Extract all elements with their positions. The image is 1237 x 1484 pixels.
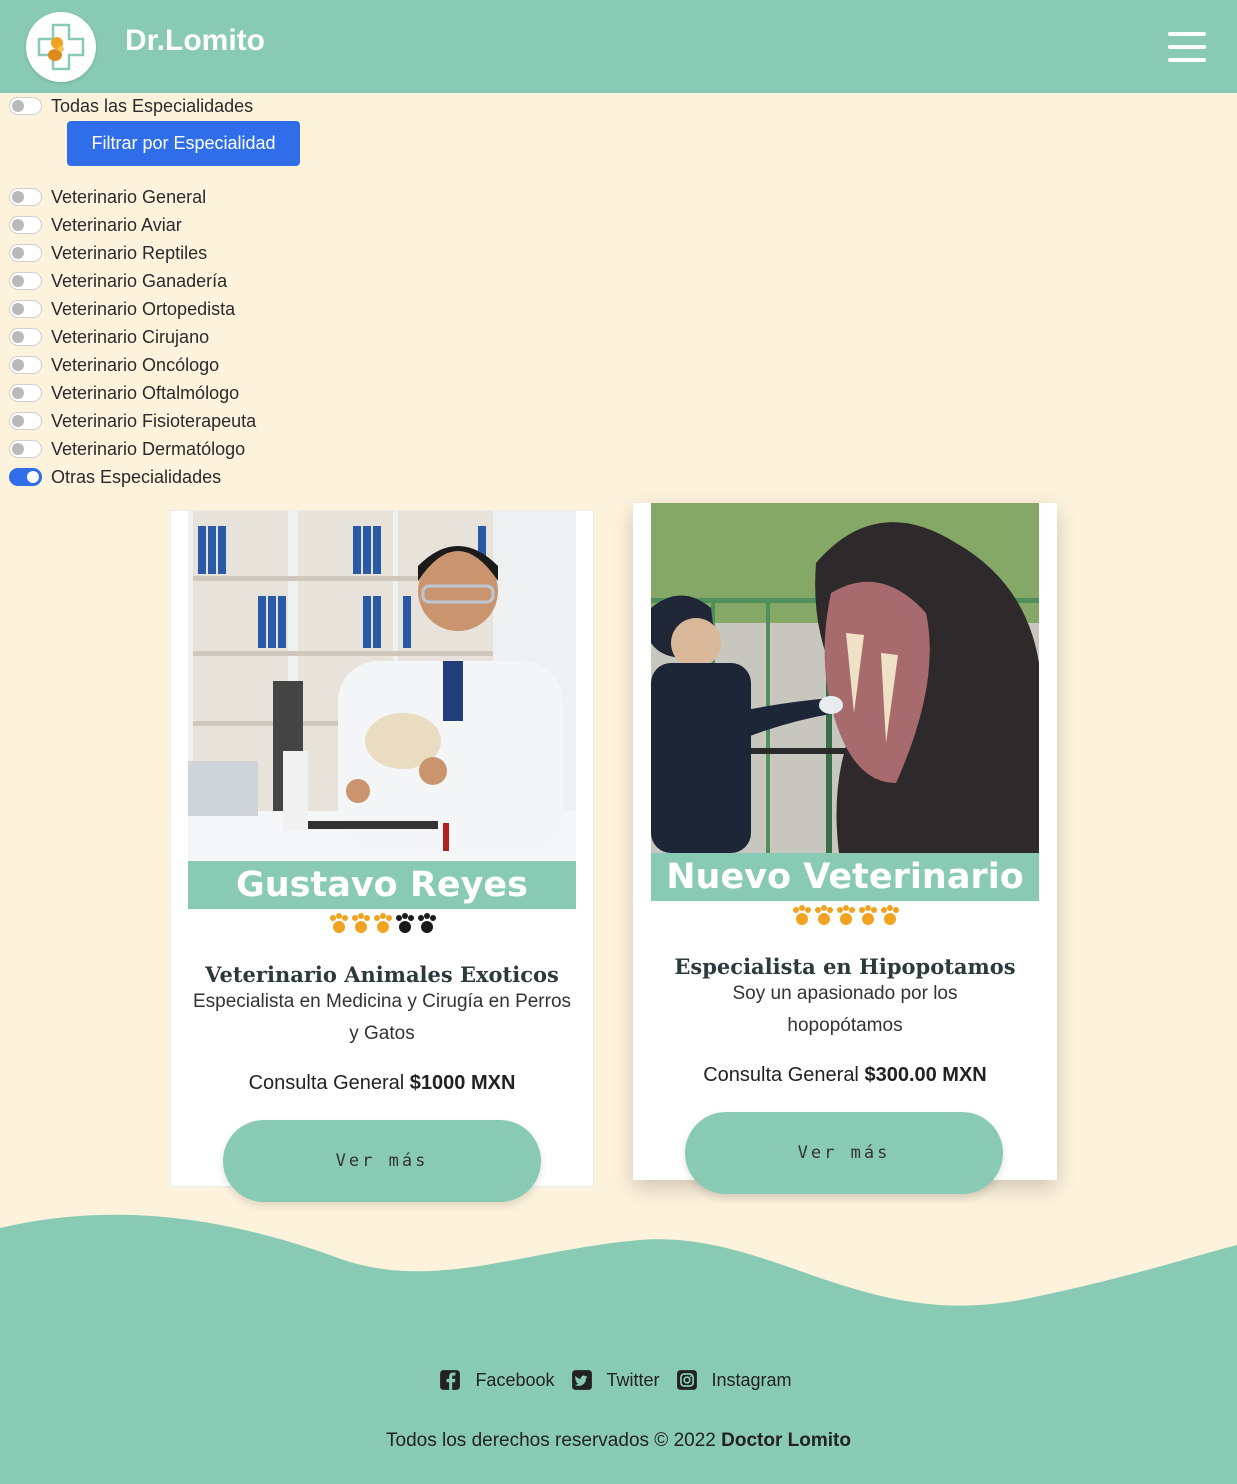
price-amount: $300.00 MXN	[864, 1064, 987, 1086]
filter-option-label: Veterinario Aviar	[51, 214, 182, 235]
facebook-icon	[440, 1370, 461, 1390]
filter-option-label: Veterinario Fisioterapeuta	[51, 410, 257, 431]
filter-option-row: Veterinario Oftalmólogo	[9, 382, 239, 404]
copyright-brand: Doctor Lomito	[721, 1430, 851, 1451]
paw-filled-icon	[859, 905, 877, 925]
price-prefix: Consulta General	[703, 1064, 859, 1086]
see-more-button[interactable]: Ver más	[223, 1120, 541, 1202]
vet-description: Especialista en Medicina y Cirugía en Pe…	[192, 991, 572, 1044]
instagram-icon	[676, 1370, 697, 1390]
paw-filled-icon	[815, 905, 833, 925]
vet-name-banner: Nuevo Veterinario	[651, 853, 1039, 901]
paw-filled-icon	[330, 913, 348, 933]
filter-option-label: Veterinario General	[51, 186, 207, 207]
filter-option-switch[interactable]	[9, 412, 42, 430]
filter-option-label: Veterinario Oncólogo	[51, 354, 220, 375]
filter-option-label: Veterinario Cirujano	[51, 326, 210, 347]
vet-name-banner: Gustavo Reyes	[188, 861, 576, 909]
filter-option-switch[interactable]	[9, 328, 42, 346]
filter-all-label: Todas las Especialidades	[51, 95, 254, 116]
filter-option-row: Veterinario General	[9, 186, 206, 208]
filter-option-row: Veterinario Fisioterapeuta	[9, 410, 256, 432]
filter-option-switch[interactable]	[9, 384, 42, 402]
paw-filled-icon	[374, 913, 392, 933]
vet-specialty-title: Especialista en Hipopotamos	[674, 954, 1016, 979]
copyright-text: Todos los derechos reservados © 2022	[386, 1430, 716, 1451]
hamburger-menu-icon[interactable]	[1168, 32, 1206, 62]
filter-option-row: Veterinario Dermatólogo	[9, 438, 245, 460]
paw-filled-icon	[837, 905, 855, 925]
rating-paws	[328, 912, 438, 934]
paw-empty-icon	[396, 913, 414, 933]
filter-option-switch[interactable]	[9, 244, 42, 262]
paw-filled-icon	[352, 913, 370, 933]
rating-paws	[791, 904, 901, 926]
paw-filled-icon	[881, 905, 899, 925]
vet-card: Gustavo Reyes Veterinario Animales Exoti…	[170, 510, 594, 1202]
social-link-instagram[interactable]: Instagram	[676, 1369, 792, 1391]
vet-photo-lab	[188, 511, 576, 861]
filter-option-row: Veterinario Aviar	[9, 214, 182, 236]
copyright: Todos los derechos reservados © 2022 Doc…	[0, 1430, 1237, 1452]
vet-description: Soy un apasionado por los hopopótamos	[732, 983, 958, 1036]
social-link-facebook[interactable]: Facebook	[439, 1369, 555, 1391]
filter-option-switch[interactable]	[9, 272, 42, 290]
dog-cross-logo-icon	[37, 23, 85, 71]
filter-all-switch[interactable]	[9, 97, 42, 115]
filter-option-switch[interactable]	[9, 468, 42, 486]
vet-price: Consulta General $300.00 MXN	[633, 1064, 1057, 1087]
filter-option-row: Veterinario Ortopedista	[9, 298, 235, 320]
filter-option-switch[interactable]	[9, 356, 42, 374]
logo[interactable]	[26, 12, 96, 82]
filter-option-row: Veterinario Reptiles	[9, 242, 207, 264]
social-label: Instagram	[711, 1369, 792, 1390]
vet-card: Nuevo Veterinario Especialista en Hipopo…	[633, 503, 1057, 1194]
filter-option-label: Veterinario Oftalmólogo	[51, 382, 240, 403]
paw-filled-icon	[793, 905, 811, 925]
see-more-button[interactable]: Ver más	[685, 1112, 1003, 1194]
filter-option-label: Veterinario Dermatólogo	[51, 438, 246, 459]
social-label: Facebook	[475, 1369, 555, 1390]
filter-option-switch[interactable]	[9, 440, 42, 458]
filter-option-label: Veterinario Reptiles	[51, 242, 208, 263]
filter-all-row: Todas las Especialidades	[9, 95, 253, 117]
price-amount: $1000 MXN	[409, 1072, 516, 1094]
filter-option-switch[interactable]	[9, 300, 42, 318]
vet-photo-hippo	[651, 503, 1039, 853]
brand-name[interactable]: Dr.Lomito	[125, 24, 265, 58]
filter-option-switch[interactable]	[9, 188, 42, 206]
filter-option-row: Otras Especialidades	[9, 466, 221, 488]
price-prefix: Consulta General	[248, 1072, 405, 1094]
twitter-icon	[571, 1370, 592, 1390]
navbar: Dr.Lomito	[0, 0, 1237, 93]
filter-option-label: Otras Especialidades	[51, 466, 222, 487]
filter-by-specialty-button[interactable]: Filtrar por Especialidad	[67, 121, 300, 166]
social-label: Twitter	[606, 1369, 660, 1390]
filter-option-switch[interactable]	[9, 216, 42, 234]
filter-option-label: Veterinario Ortopedista	[51, 298, 236, 319]
vet-specialty-title: Veterinario Animales Exoticos	[205, 962, 559, 987]
social-links: Facebook Twitter Instagram	[0, 1369, 1237, 1391]
filter-option-label: Veterinario Ganadería	[51, 270, 228, 291]
vet-price: Consulta General $1000 MXN	[171, 1072, 593, 1095]
filter-option-row: Veterinario Ganadería	[9, 270, 227, 292]
filter-option-row: Veterinario Cirujano	[9, 326, 209, 348]
social-link-twitter[interactable]: Twitter	[571, 1369, 660, 1391]
filter-option-row: Veterinario Oncólogo	[9, 354, 219, 376]
paw-empty-icon	[418, 913, 436, 933]
